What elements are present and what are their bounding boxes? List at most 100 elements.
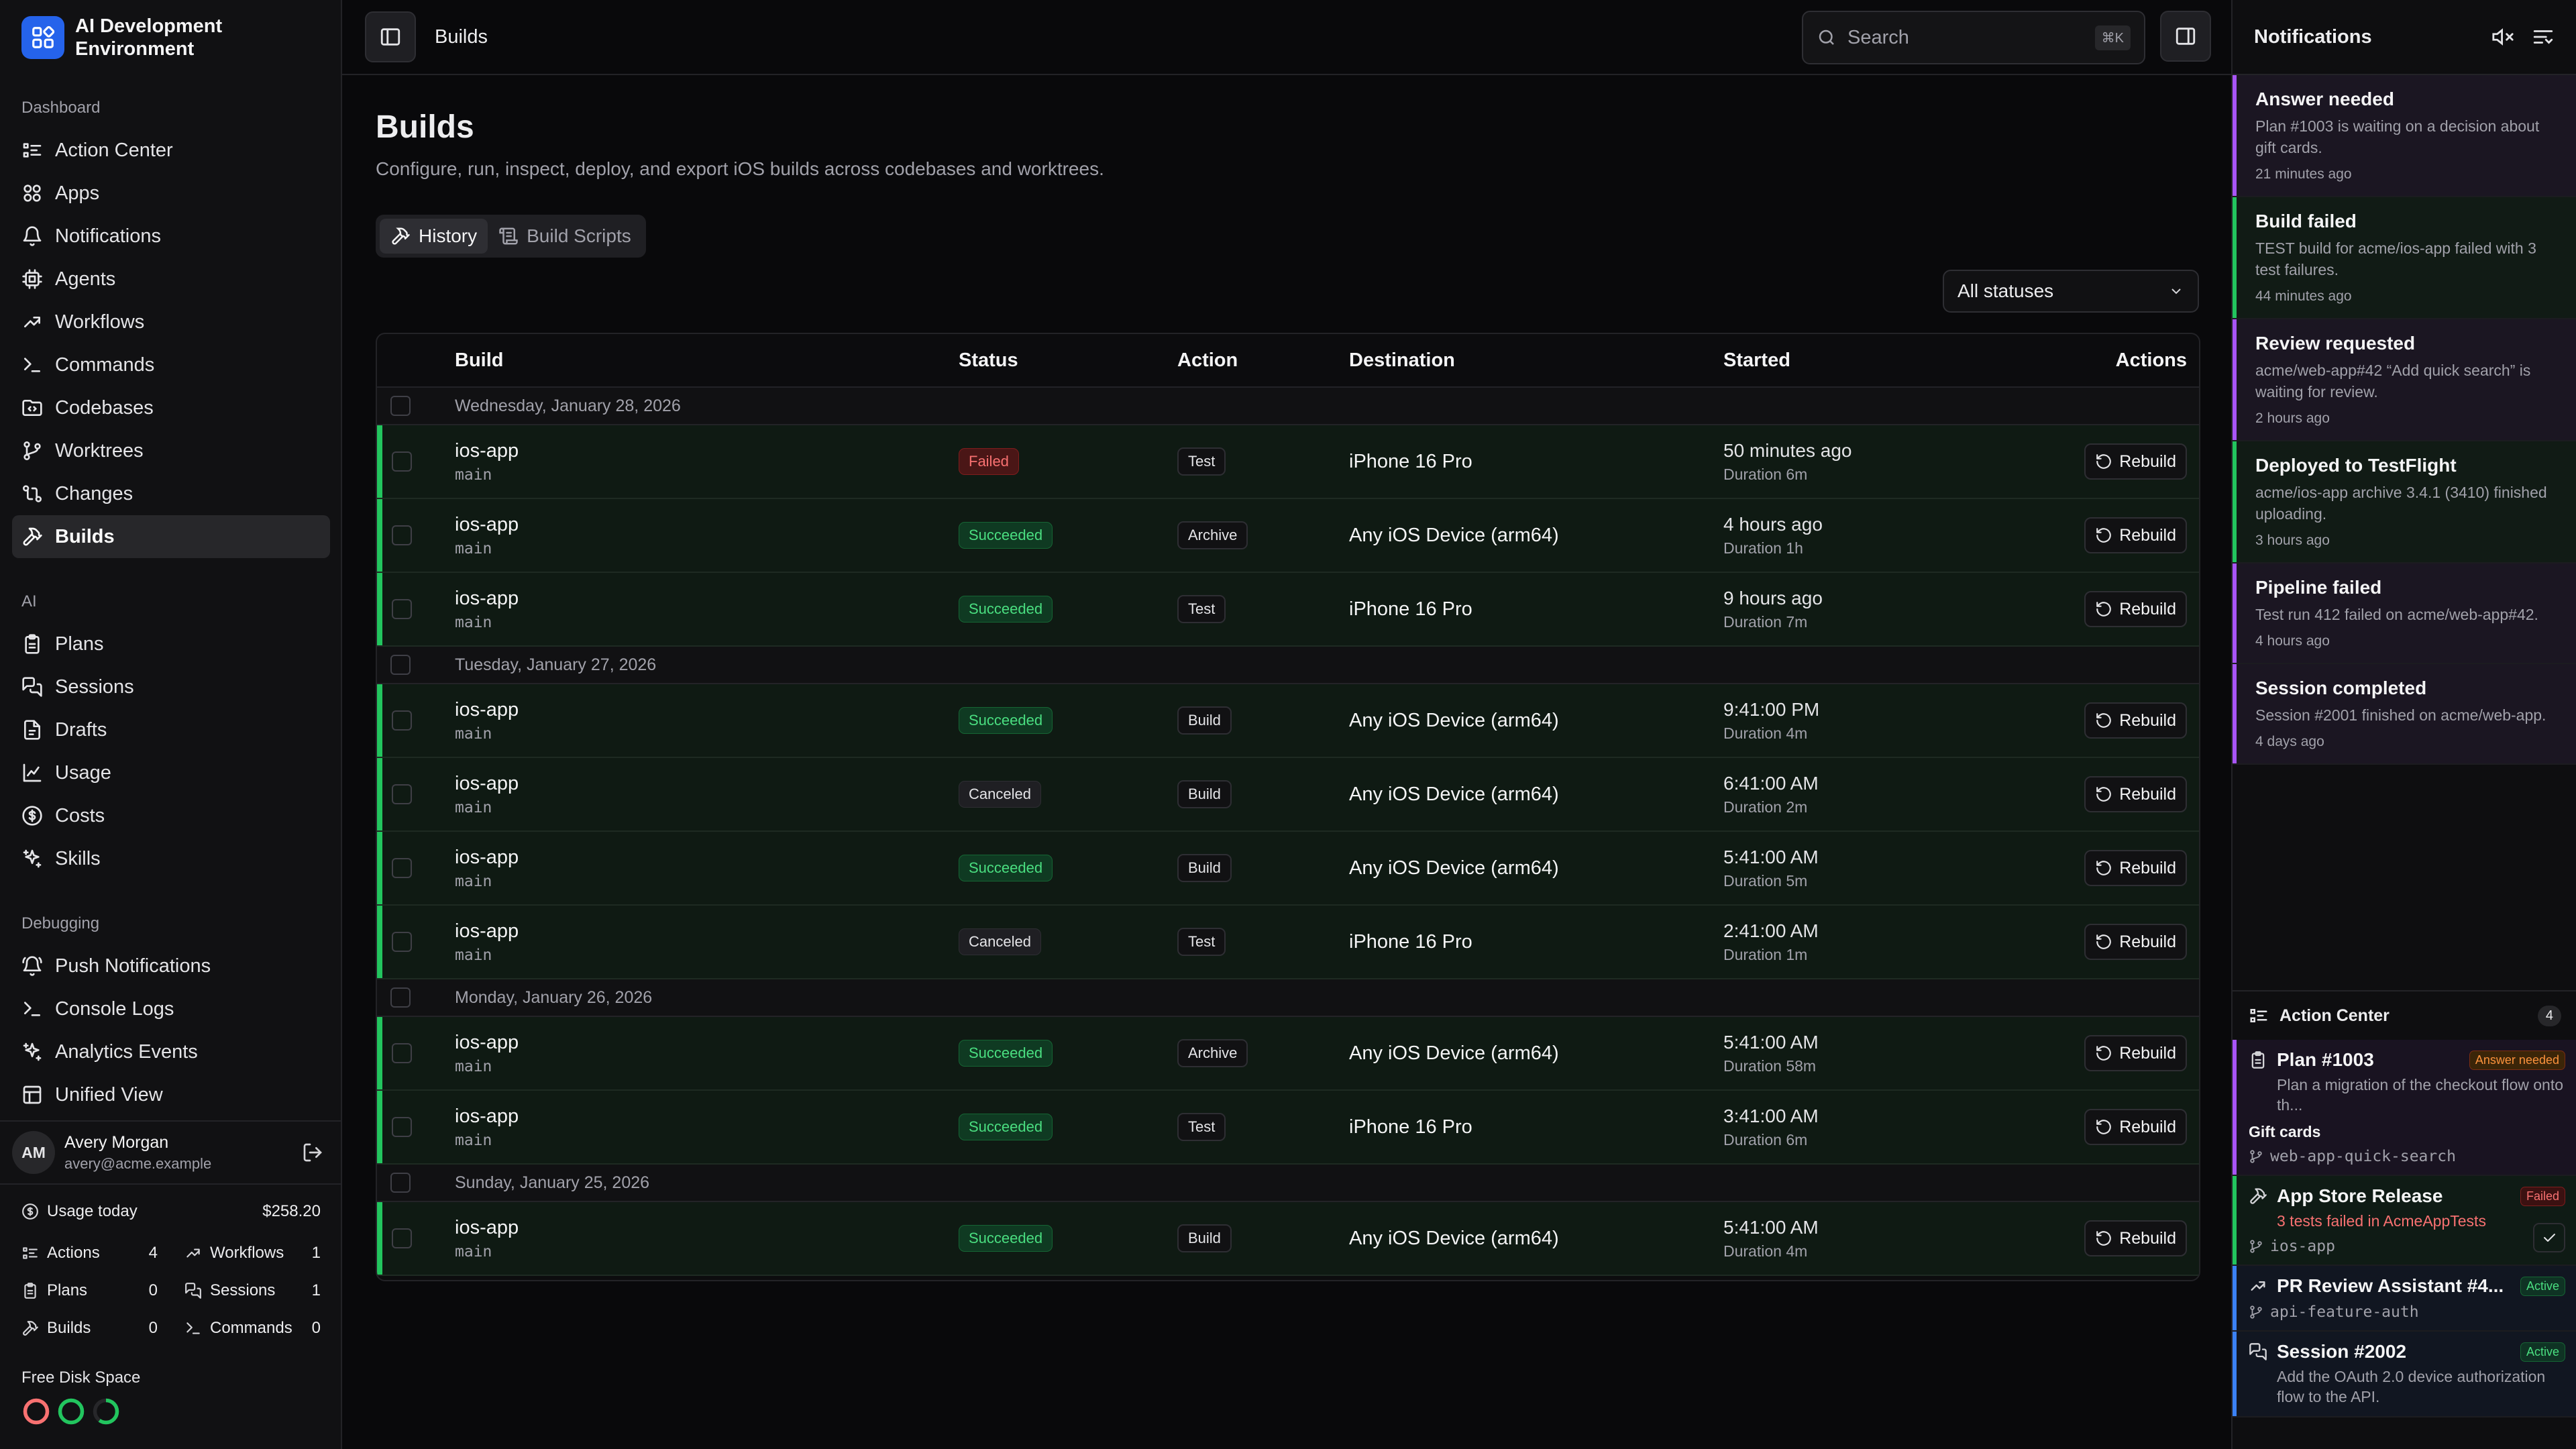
group-checkbox[interactable] xyxy=(390,396,411,416)
logout-icon[interactable] xyxy=(302,1142,323,1163)
sidebar-item-analytics-events[interactable]: Analytics Events xyxy=(12,1030,330,1073)
build-name[interactable]: ios-app xyxy=(455,588,959,610)
build-name[interactable]: ios-app xyxy=(455,1106,959,1128)
notification-item[interactable]: Session completed Session #2001 finished … xyxy=(2233,664,2576,765)
sidebar-item-builds[interactable]: Builds xyxy=(12,515,330,558)
table-row[interactable]: ios-app main Succeeded Build Any iOS Device … xyxy=(377,832,2199,906)
group-date: Wednesday, January 28, 2026 xyxy=(455,396,681,415)
rebuild-button[interactable]: Rebuild xyxy=(2084,591,2187,627)
sidebar-item-skills[interactable]: Skills xyxy=(12,837,330,880)
row-checkbox[interactable] xyxy=(392,451,412,472)
status-badge: Canceled xyxy=(959,781,1041,808)
sidebar-item-apps[interactable]: Apps xyxy=(12,172,330,215)
action-center-item[interactable]: .ac-item:nth-child(3)::before{background… xyxy=(2233,1266,2576,1332)
build-name[interactable]: ios-app xyxy=(455,920,959,943)
rebuild-button[interactable]: Rebuild xyxy=(2084,517,2187,553)
table-row[interactable]: ios-app main Succeeded Test iPhone 16 Pro 9 h… xyxy=(377,573,2199,647)
sidebar-item-codebases[interactable]: Codebases xyxy=(12,386,330,429)
rebuild-button[interactable]: Rebuild xyxy=(2084,443,2187,480)
build-name[interactable]: ios-app xyxy=(455,773,959,795)
sidebar-item-push-notifications[interactable]: Push Notifications xyxy=(12,945,330,987)
table-row[interactable]: ios-app main Canceled Build Any iOS Device (… xyxy=(377,758,2199,832)
rebuild-button[interactable]: Rebuild xyxy=(2084,1035,2187,1071)
row-checkbox[interactable] xyxy=(392,932,412,952)
status-filter-select[interactable]: All statuses xyxy=(1943,270,2199,313)
action-center-header[interactable]: Action Center 4 xyxy=(2233,991,2576,1040)
sidebar-item-workflows[interactable]: Workflows xyxy=(12,301,330,343)
rebuild-button[interactable]: Rebuild xyxy=(2084,702,2187,739)
col-build[interactable]: Build xyxy=(455,350,959,372)
group-checkbox[interactable] xyxy=(390,655,411,675)
action-center-item[interactable]: .ac-item:nth-child(4)::before{background… xyxy=(2233,1332,2576,1417)
notification-item[interactable]: Review requested acme/web-app#42 “Add qui… xyxy=(2233,319,2576,441)
sidebar-item-plans[interactable]: Plans xyxy=(12,623,330,665)
tab-build-scripts[interactable]: Build Scripts xyxy=(488,219,642,254)
toggle-sidebar-button[interactable] xyxy=(365,11,416,62)
build-branch: main xyxy=(455,798,492,816)
build-name[interactable]: ios-app xyxy=(455,440,959,462)
rebuild-button[interactable]: Rebuild xyxy=(2084,776,2187,812)
sidebar-item-agents[interactable]: Agents xyxy=(12,258,330,301)
table-row[interactable]: ios-app main Failed Test iPhone 16 Pro 50 min… xyxy=(377,425,2199,499)
rebuild-button[interactable]: Rebuild xyxy=(2084,1220,2187,1256)
action-center-item[interactable]: .ac-item:nth-child(2)::before{background… xyxy=(2233,1176,2576,1266)
notification-item[interactable]: Answer needed Plan #1003 is waiting on a … xyxy=(2233,75,2576,197)
sidebar-item-drafts[interactable]: Drafts xyxy=(12,708,330,751)
notification-item[interactable]: Build failed TEST build for acme/ios-app … xyxy=(2233,197,2576,319)
notifications-list: Answer needed Plan #1003 is waiting on a … xyxy=(2233,75,2576,765)
group-checkbox[interactable] xyxy=(390,1173,411,1193)
row-checkbox[interactable] xyxy=(392,599,412,619)
sidebar-item-notifications[interactable]: Notifications xyxy=(12,215,330,258)
tab-history[interactable]: History xyxy=(380,219,488,254)
row-checkbox[interactable] xyxy=(392,858,412,878)
sidebar-item-costs[interactable]: Costs xyxy=(12,794,330,837)
sidebar-item-action-center[interactable]: Action Center xyxy=(12,129,330,172)
row-checkbox[interactable] xyxy=(392,1117,412,1137)
user-menu[interactable]: AM Avery Morgan avery@acme.example xyxy=(0,1120,342,1185)
notification-item[interactable]: Deployed to TestFlight acme/ios-app archi… xyxy=(2233,441,2576,564)
sidebar-item-console-logs[interactable]: Console Logs xyxy=(12,987,330,1030)
row-checkbox[interactable] xyxy=(392,525,412,545)
usage-stat-label: Commands xyxy=(210,1319,292,1337)
table-row[interactable]: ios-app main Succeeded Build Any iOS Device … xyxy=(377,684,2199,758)
rebuild-button[interactable]: Rebuild xyxy=(2084,850,2187,886)
row-checkbox[interactable] xyxy=(392,1043,412,1063)
terminal-icon xyxy=(184,1320,202,1337)
col-status[interactable]: Status xyxy=(959,350,1177,372)
sidebar-item-unified-view[interactable]: Unified View xyxy=(12,1073,330,1110)
toggle-notifications-button[interactable] xyxy=(2160,11,2211,62)
mark-done-button[interactable] xyxy=(2533,1223,2565,1252)
list-filter-icon[interactable] xyxy=(2532,25,2555,48)
table-row[interactable]: ios-app main Canceled Test iPhone 16 Pro 2:41… xyxy=(377,906,2199,979)
brand[interactable]: AI Development Environment xyxy=(21,15,276,60)
mute-icon[interactable] xyxy=(2491,25,2514,48)
breadcrumb[interactable]: Builds xyxy=(435,26,488,48)
table-row[interactable]: ios-app main Succeeded Archive Any iOS Devic… xyxy=(377,499,2199,573)
notification-item[interactable]: Pipeline failed Test run 412 failed on ac… xyxy=(2233,564,2576,664)
sidebar-item-changes[interactable]: Changes xyxy=(12,472,330,515)
sidebar-item-worktrees[interactable]: Worktrees xyxy=(12,429,330,472)
col-action[interactable]: Action xyxy=(1177,350,1349,372)
table-row[interactable]: ios-app main Succeeded Archive Any iOS Devic… xyxy=(377,1017,2199,1091)
group-checkbox[interactable] xyxy=(390,987,411,1008)
action-center-item[interactable]: .ac-item:nth-child(1)::before{background… xyxy=(2233,1040,2576,1176)
col-destination[interactable]: Destination xyxy=(1349,350,1723,372)
search-input[interactable]: Search ⌘K xyxy=(1802,11,2145,64)
sidebar-item-sessions[interactable]: Sessions xyxy=(12,665,330,708)
row-checkbox[interactable] xyxy=(392,784,412,804)
col-started[interactable]: Started xyxy=(1723,350,1992,372)
action-item-badge: Active xyxy=(2520,1276,2565,1296)
build-name[interactable]: ios-app xyxy=(455,1032,959,1054)
sidebar-item-usage[interactable]: Usage xyxy=(12,751,330,794)
table-row[interactable]: ios-app main Succeeded Test iPhone 16 Pro 3:4… xyxy=(377,1091,2199,1165)
rebuild-button[interactable]: Rebuild xyxy=(2084,924,2187,960)
build-name[interactable]: ios-app xyxy=(455,1217,959,1239)
build-name[interactable]: ios-app xyxy=(455,847,959,869)
build-name[interactable]: ios-app xyxy=(455,699,959,721)
row-checkbox[interactable] xyxy=(392,1228,412,1248)
sidebar-item-commands[interactable]: Commands xyxy=(12,343,330,386)
table-row[interactable]: ios-app main Succeeded Build Any iOS Device … xyxy=(377,1202,2199,1276)
rebuild-button[interactable]: Rebuild xyxy=(2084,1109,2187,1145)
row-checkbox[interactable] xyxy=(392,710,412,731)
build-name[interactable]: ios-app xyxy=(455,514,959,536)
